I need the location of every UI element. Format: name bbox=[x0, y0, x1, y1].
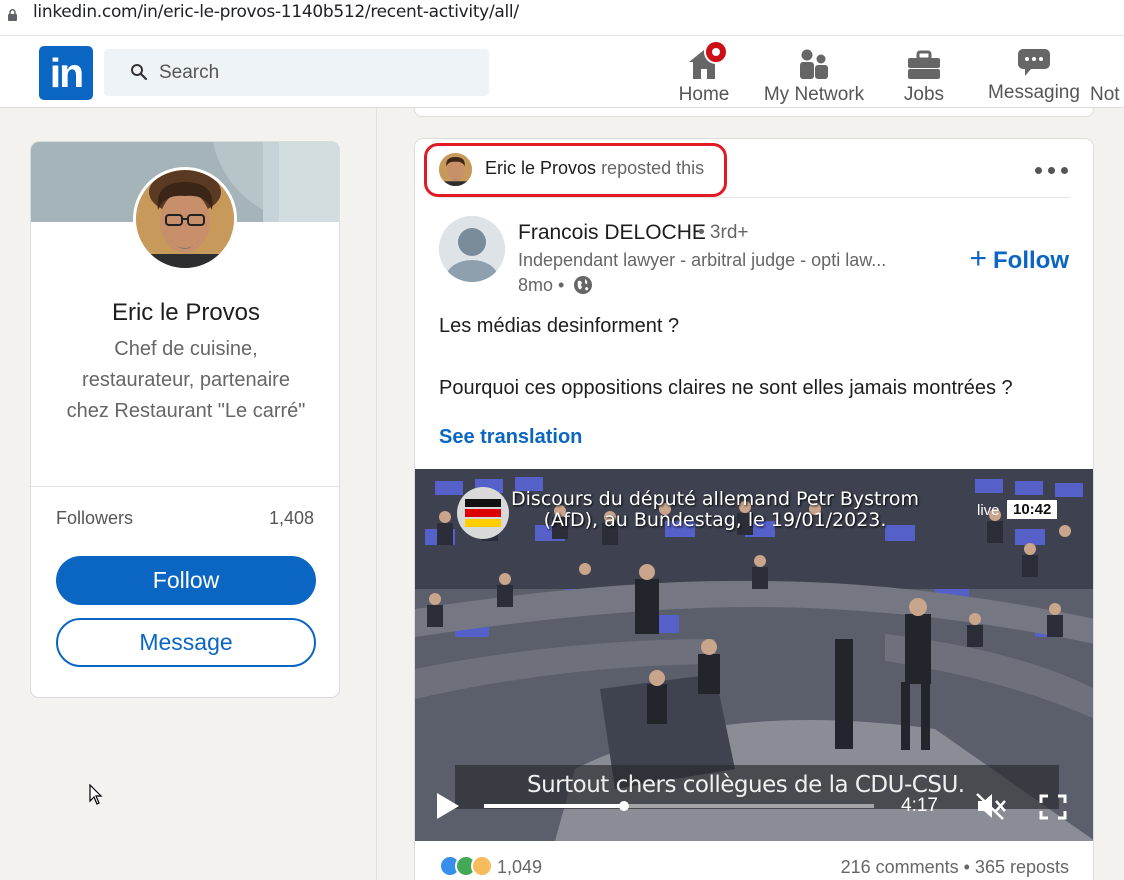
nav-my-network-label: My Network bbox=[763, 84, 865, 105]
play-icon[interactable] bbox=[437, 793, 459, 819]
video-progress-fill bbox=[484, 804, 625, 808]
followers-count: 1,408 bbox=[268, 508, 314, 528]
video-player[interactable]: Discours du député allemand Petr Bystrom… bbox=[415, 469, 1093, 841]
insightful-reaction-icon bbox=[471, 855, 493, 877]
nav-messaging[interactable]: Messaging bbox=[988, 40, 1080, 104]
reactions-count[interactable]: 1,049 bbox=[497, 857, 542, 878]
author-headline: Independant lawyer - arbitral judge - op… bbox=[518, 250, 887, 270]
globe-icon bbox=[574, 276, 592, 294]
nav-notifications[interactable]: Not bbox=[1090, 42, 1124, 106]
live-timestamp: 10:42 bbox=[1007, 500, 1058, 519]
url-text[interactable]: linkedin.com/in/eric-le-provos-1140b512/… bbox=[33, 2, 519, 22]
more-options-icon[interactable] bbox=[1035, 167, 1069, 175]
see-translation-link[interactable]: See translation bbox=[439, 426, 582, 449]
video-caption-line1: Discours du député allemand Petr Bystrom bbox=[511, 488, 919, 510]
linkedin-logo[interactable]: in bbox=[39, 46, 93, 100]
author-name[interactable]: Francois DELOCHE bbox=[518, 221, 706, 245]
comments-reposts-count[interactable]: 216 comments • 365 reposts bbox=[841, 857, 1069, 878]
video-progress-bar[interactable] bbox=[484, 801, 874, 811]
nav-my-network[interactable]: My Network bbox=[763, 42, 865, 106]
previous-post-card bbox=[414, 108, 1094, 117]
message-button[interactable]: Message bbox=[56, 618, 316, 667]
profile-avatar[interactable] bbox=[133, 167, 237, 271]
briefcase-icon bbox=[908, 50, 940, 79]
search-box[interactable]: Search bbox=[104, 49, 489, 96]
follow-button[interactable]: Follow bbox=[56, 556, 316, 605]
red-highlight-annotation bbox=[424, 143, 727, 197]
top-nav: in Search Home My Network Jobs Messaging… bbox=[0, 36, 1124, 108]
video-caption: Discours du député allemand Petr Bystrom… bbox=[495, 489, 935, 531]
divider bbox=[31, 486, 339, 487]
nav-home-label: Home bbox=[678, 84, 730, 105]
mute-icon[interactable] bbox=[975, 792, 1007, 820]
fullscreen-icon[interactable] bbox=[1039, 794, 1067, 820]
search-placeholder: Search bbox=[159, 62, 220, 83]
chat-icon bbox=[1018, 49, 1050, 76]
column-divider bbox=[376, 108, 377, 880]
profile-name[interactable]: Eric le Provos bbox=[31, 299, 339, 327]
followers-label: Followers bbox=[56, 508, 134, 528]
post-text-line2: Pourquoi ces oppositions claires ne sont… bbox=[439, 377, 1013, 399]
nav-home[interactable]: Home bbox=[676, 40, 732, 106]
follow-author-button[interactable]: + Follow bbox=[969, 242, 1069, 276]
bell-icon bbox=[1090, 42, 1124, 80]
post-time: 8mo • bbox=[518, 275, 565, 295]
nav-jobs-label: Jobs bbox=[903, 84, 945, 105]
search-icon bbox=[131, 64, 148, 81]
mouse-cursor-icon bbox=[89, 784, 103, 805]
profile-card: Eric le Provos Chef de cuisine, restaura… bbox=[30, 141, 340, 698]
plus-icon: + bbox=[969, 242, 988, 275]
browser-address-bar[interactable]: linkedin.com/in/eric-le-provos-1140b512/… bbox=[0, 0, 1124, 36]
post-text-line1: Les médias desinforment ? bbox=[439, 315, 680, 337]
follow-author-label: Follow bbox=[993, 247, 1069, 274]
video-subtitle: Surtout chers collègues de la CDU-CSU. bbox=[527, 772, 965, 798]
profile-headline: Chef de cuisine, restaurateur, partenair… bbox=[66, 338, 306, 422]
author-avatar[interactable] bbox=[439, 216, 505, 282]
live-label: live bbox=[977, 502, 1000, 519]
lock-icon bbox=[8, 9, 17, 21]
nav-jobs[interactable]: Jobs bbox=[898, 42, 950, 106]
post-card: Eric le Provos reposted this Francois DE… bbox=[414, 138, 1094, 880]
connection-degree: • 3rd+ bbox=[698, 222, 749, 243]
repost-header: Eric le Provos reposted this bbox=[415, 139, 1093, 198]
notification-badge bbox=[704, 40, 728, 64]
divider bbox=[439, 197, 1070, 198]
video-duration: 4:17 bbox=[901, 795, 938, 816]
nav-notifications-label: Not bbox=[1090, 84, 1120, 105]
network-icon bbox=[800, 49, 828, 79]
nav-messaging-label: Messaging bbox=[988, 82, 1080, 103]
video-caption-line2: (AfD), au Bundestag, le 19/01/2023. bbox=[543, 509, 887, 531]
